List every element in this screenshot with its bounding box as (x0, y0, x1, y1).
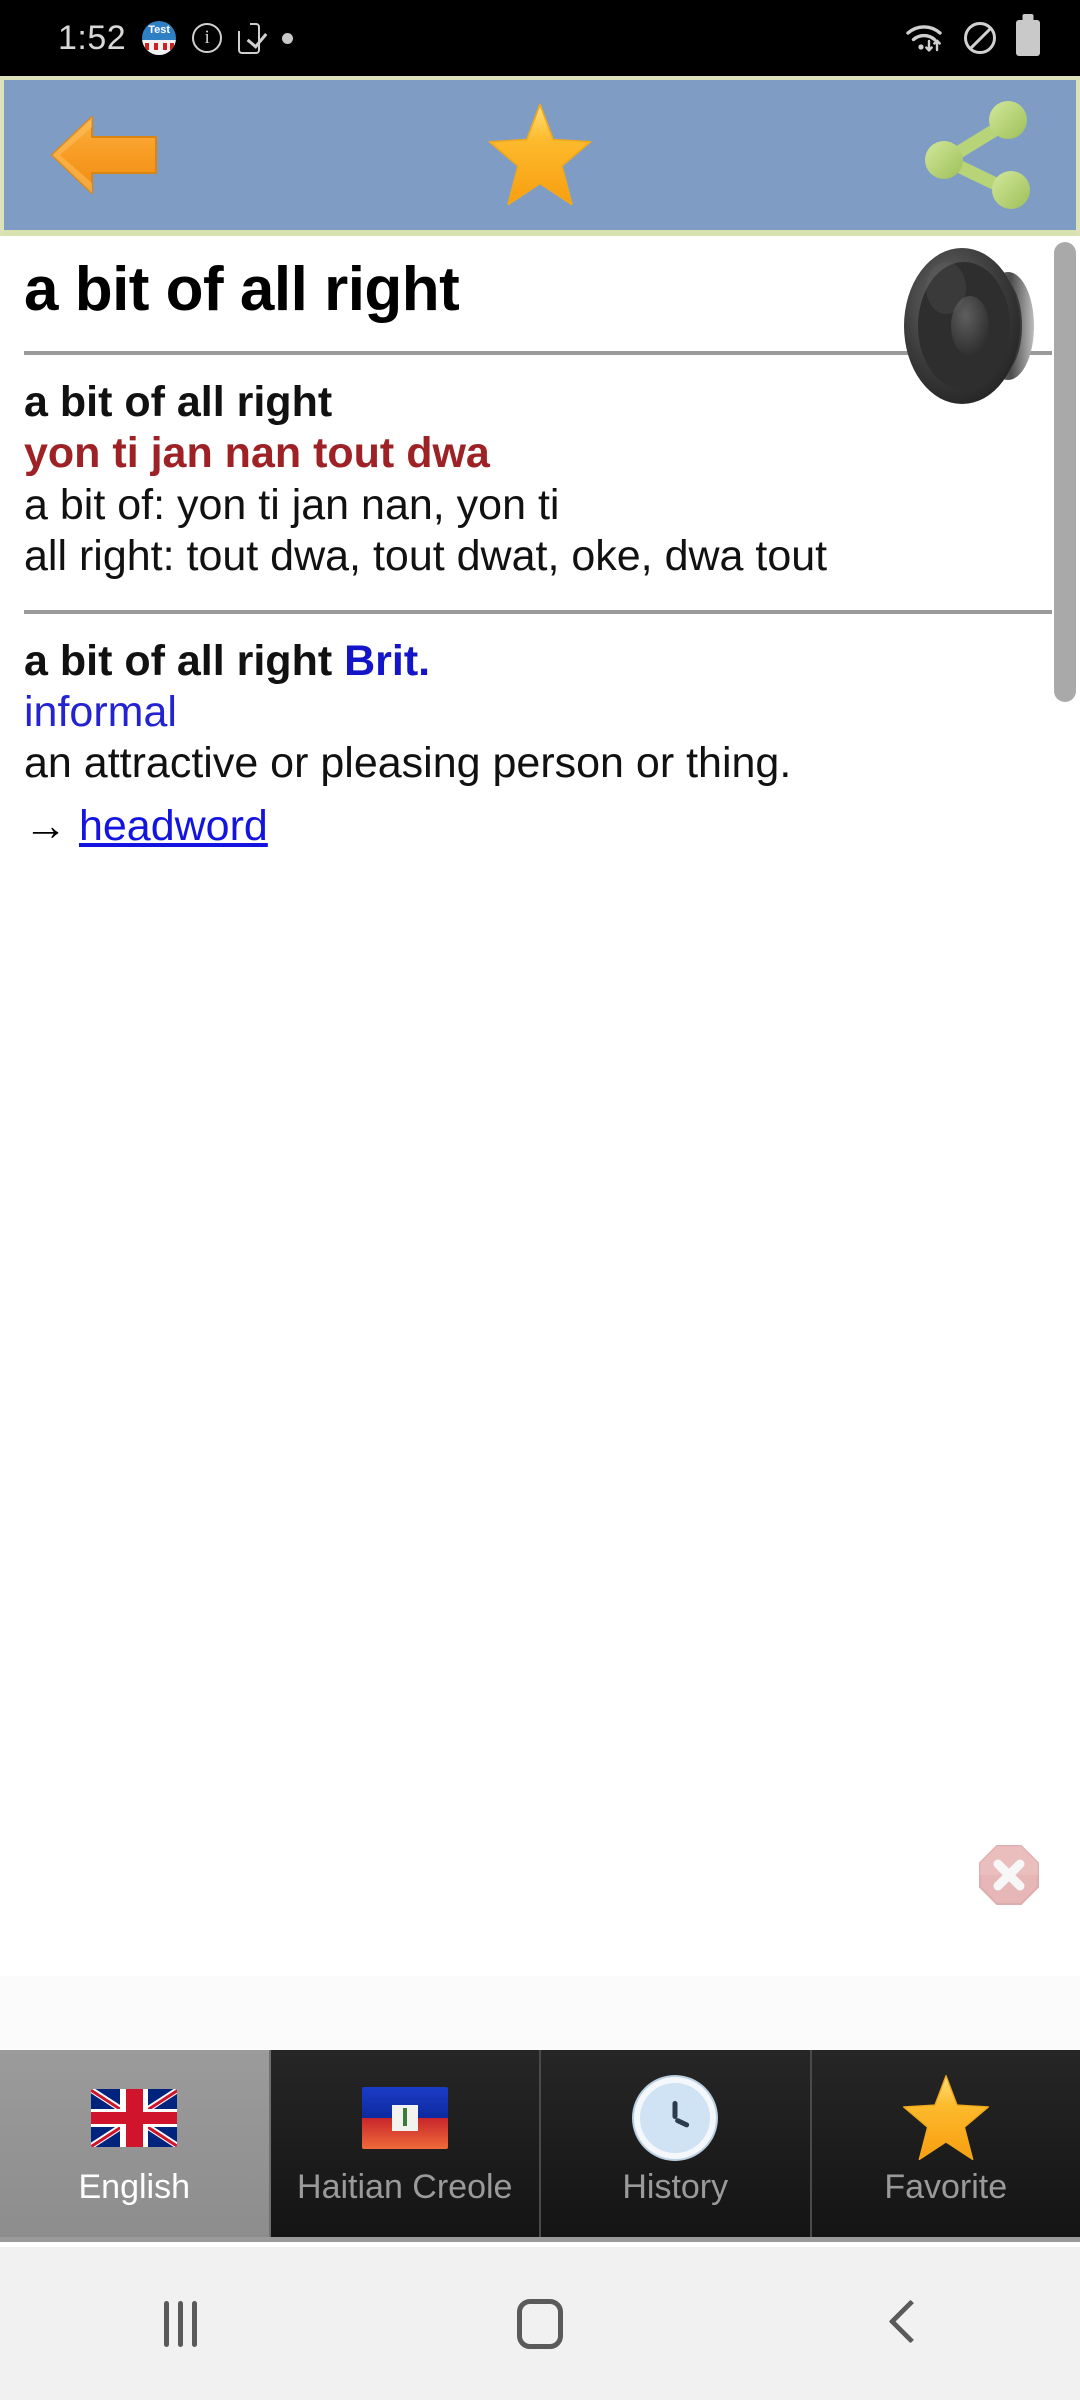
definition-term-row: a bit of all right Brit. (24, 636, 1056, 687)
cross-reference-row: → headword (24, 789, 1056, 855)
translation-subline: all right: tout dwa, tout dwat, oke, dwa… (24, 531, 828, 580)
tab-history[interactable]: History (541, 2050, 812, 2237)
tab-label: History (622, 2168, 729, 2206)
app-badge-bottom (142, 40, 177, 55)
back-chevron-icon (887, 2302, 913, 2346)
phone-check-icon (236, 20, 261, 54)
close-button[interactable] (978, 1844, 1040, 1906)
do-not-disturb-icon (964, 22, 996, 54)
battery-icon (1016, 20, 1040, 56)
register-label: informal (24, 688, 177, 737)
app-badge-label: Test (148, 24, 171, 36)
definition-term: a bit of all right (24, 636, 333, 685)
tab-label: English (78, 2168, 190, 2206)
favorite-button[interactable] (450, 80, 630, 230)
info-icon (192, 23, 223, 53)
nav-home-button[interactable] (450, 2247, 630, 2400)
tab-haitian-creole[interactable]: Haitian Creole (270, 2050, 541, 2237)
headword-row: a bit of all right (24, 248, 1056, 404)
uk-flag-icon (91, 2072, 178, 2164)
translation-subline: a bit of: yon ti jan nan, yon ti (24, 480, 560, 529)
region-label: Brit. (344, 636, 431, 685)
status-bar: 1:52 Test (0, 0, 1080, 76)
nav-back-button[interactable] (810, 2247, 990, 2400)
clock-icon (634, 2072, 717, 2164)
haiti-flag-icon (361, 2072, 448, 2164)
tab-english[interactable]: English (0, 2050, 271, 2237)
app-badge-test-icon: Test (142, 21, 177, 55)
back-arrow-icon (51, 116, 157, 194)
share-icon (925, 101, 1030, 209)
close-icon (979, 1845, 1039, 1905)
headword-link[interactable]: headword (79, 802, 268, 850)
status-clock: 1:52 (58, 18, 127, 57)
back-button[interactable] (4, 80, 204, 230)
star-icon (488, 103, 592, 206)
home-icon (517, 2298, 563, 2349)
definition-block: a bit of all right Brit. informal an att… (24, 614, 1056, 856)
speaker-icon (904, 248, 1034, 404)
dot-icon (282, 32, 294, 44)
arrow-icon: → (24, 802, 67, 851)
definition-text: an attractive or pleasing person or thin… (24, 739, 792, 788)
app-toolbar (0, 76, 1080, 236)
system-nav-bar (0, 2247, 1080, 2400)
nav-recents-button[interactable] (90, 2247, 270, 2400)
share-button[interactable] (876, 80, 1076, 230)
speaker-button[interactable] (896, 236, 1046, 426)
wifi-icon (904, 22, 944, 54)
tab-label: Favorite (884, 2168, 1008, 2206)
translation-text: yon ti jan nan tout dwa (24, 429, 490, 478)
bottom-tab-bar: English Haitian Creole History Favorite (0, 2050, 1080, 2242)
status-bar-left-group: 1:52 Test (0, 18, 294, 58)
tab-favorite[interactable]: Favorite (811, 2050, 1080, 2237)
dictionary-webview[interactable]: a bit of all right a bit of all right yo… (0, 236, 1080, 1976)
status-bar-right-group (904, 20, 1080, 56)
star-icon (900, 2072, 992, 2164)
recents-icon (163, 2300, 197, 2347)
entry-content: a bit of all right a bit of all right yo… (0, 236, 1080, 855)
tab-label: Haitian Creole (297, 2168, 513, 2206)
content-filler (0, 1976, 1080, 2050)
scrollbar-thumb[interactable] (1054, 242, 1076, 702)
